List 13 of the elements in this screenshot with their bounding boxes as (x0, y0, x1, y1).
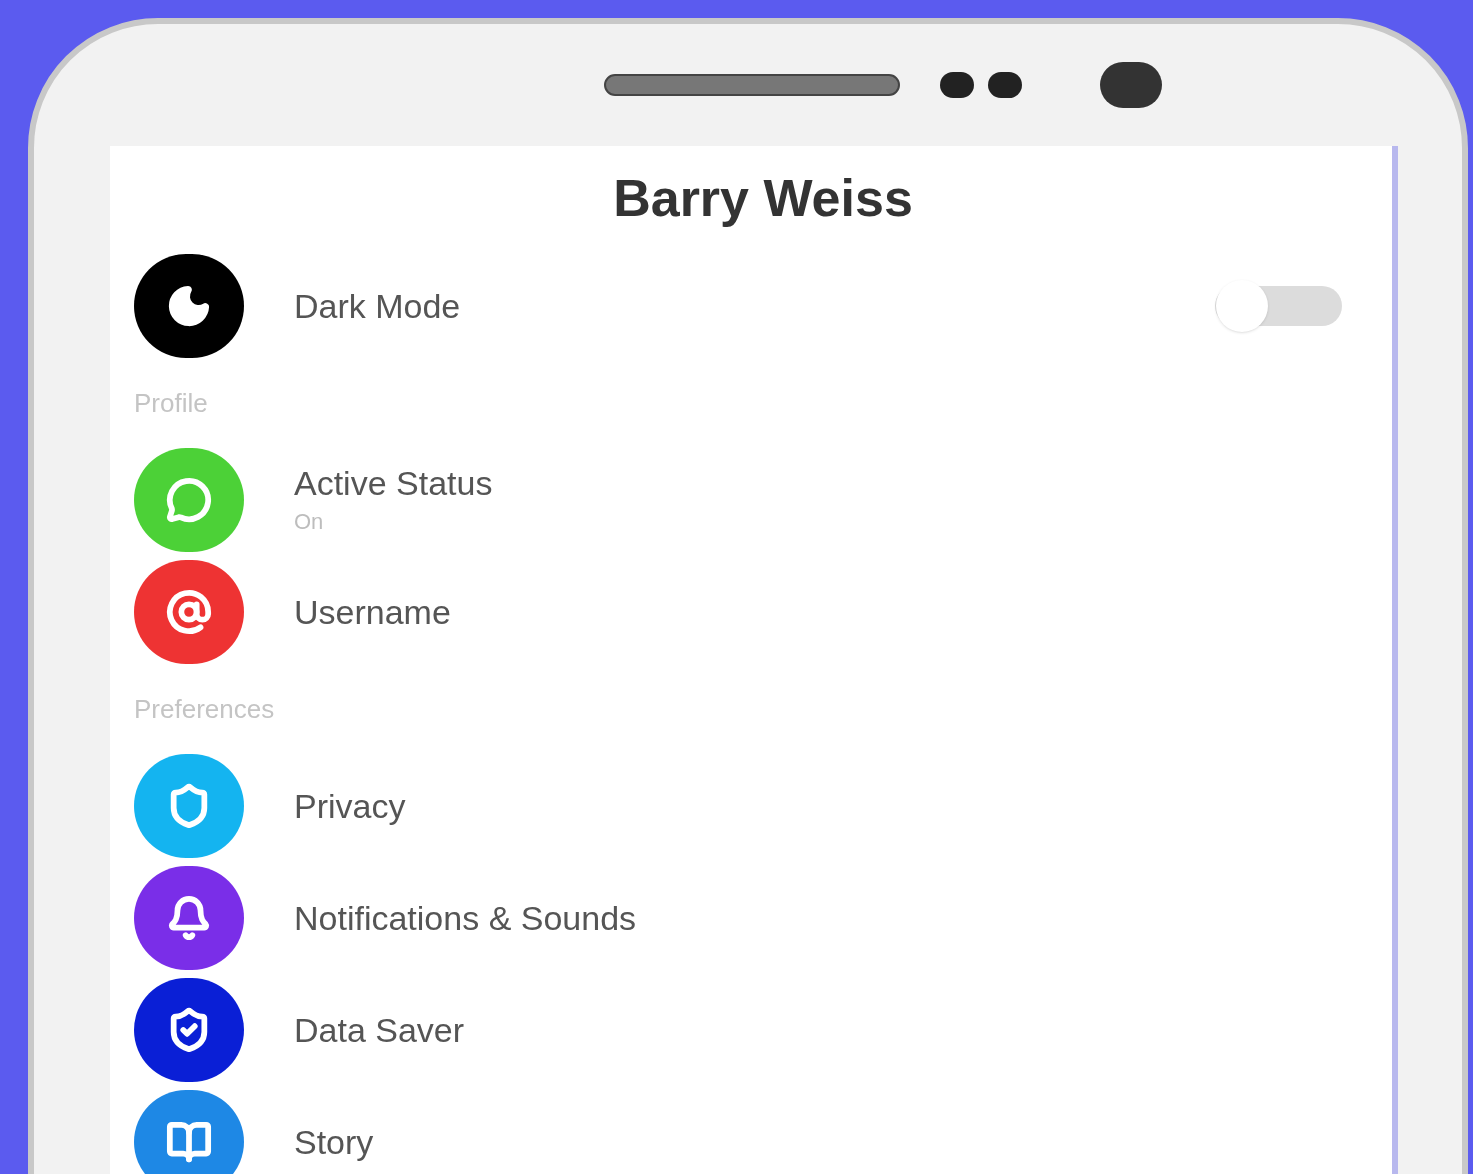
setting-label[interactable]: Notifications & Sounds (294, 896, 637, 940)
setting-label[interactable]: Username (294, 590, 451, 634)
profile-name: Barry Weiss (613, 168, 913, 229)
section-header: Preferences (134, 692, 275, 726)
setting-label[interactable]: Active Status (294, 462, 493, 505)
setting-label[interactable]: Data Saver (294, 1008, 465, 1052)
setting-label[interactable]: Privacy (294, 784, 406, 828)
toggle-switch[interactable] (1215, 278, 1342, 334)
setting-label[interactable]: Story (294, 1120, 374, 1164)
setting-label[interactable]: Dark Mode (294, 284, 461, 328)
section-header: Profile (134, 386, 208, 420)
setting-subtitle: On (294, 507, 325, 536)
camera-lens (1100, 62, 1162, 108)
